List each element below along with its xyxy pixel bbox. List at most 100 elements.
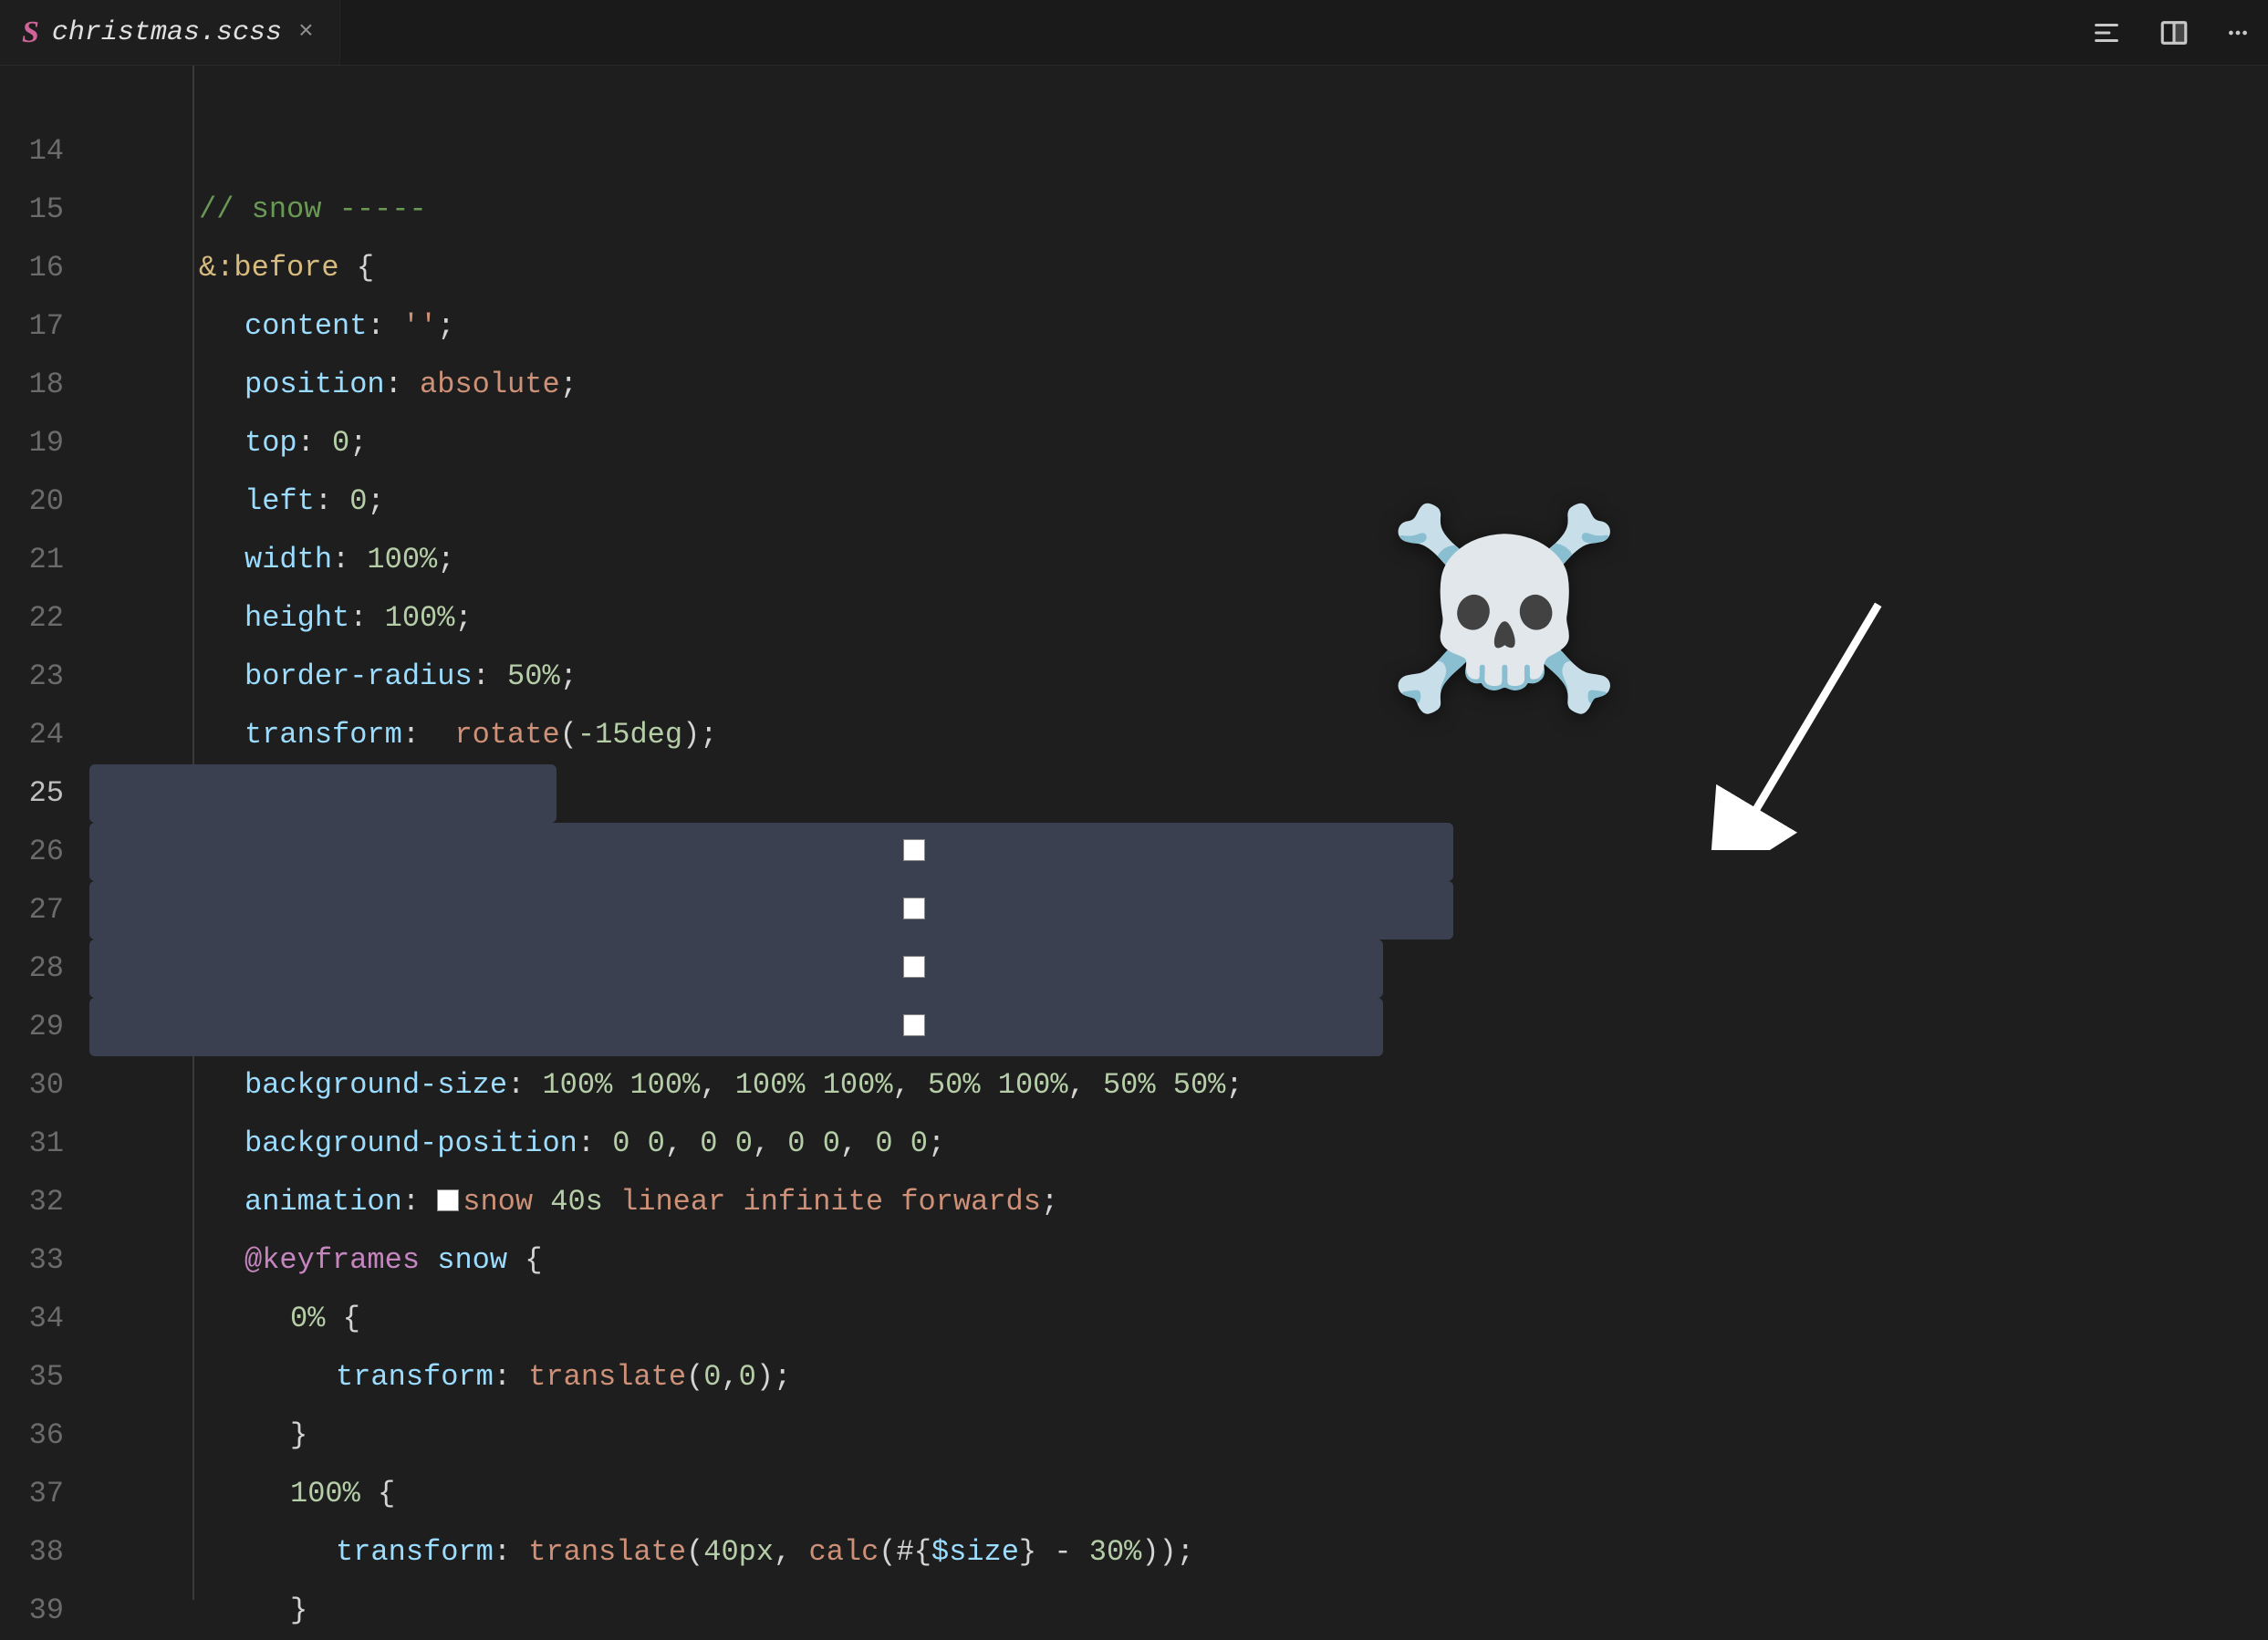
code-line[interactable]: animation: snow 40s linear infinite forw… bbox=[89, 1173, 2268, 1231]
line-number: 37 bbox=[0, 1465, 89, 1523]
code-token: snow bbox=[463, 1185, 533, 1219]
code-line[interactable]: } bbox=[89, 1582, 2268, 1640]
code-line[interactable]: background-size: 100% 100%, 100% 100%, 5… bbox=[89, 1056, 2268, 1115]
code-token: ( bbox=[686, 1535, 703, 1569]
code-token: 100% bbox=[385, 601, 455, 635]
code-token: )) bbox=[1141, 1535, 1176, 1569]
code-token: infinite bbox=[743, 1185, 883, 1219]
code-line[interactable]: radial-gradient(circle at 70% 85%, #fff … bbox=[89, 998, 2268, 1056]
code-token: ; bbox=[700, 718, 717, 752]
line-number: 38 bbox=[0, 1523, 89, 1582]
code-line[interactable]: height: 100%; bbox=[89, 589, 2268, 648]
code-line[interactable]: radial-gradient(circle at 30% 50%, #fff … bbox=[89, 939, 2268, 998]
code-token: ( bbox=[686, 1360, 703, 1394]
code-line[interactable]: radial-gradient(circle at 30% 30%, #fff … bbox=[89, 823, 2268, 881]
code-token: ; bbox=[774, 1360, 791, 1394]
code-line[interactable]: } bbox=[89, 1406, 2268, 1465]
code-token: ) bbox=[756, 1360, 774, 1394]
close-icon[interactable]: × bbox=[295, 18, 317, 47]
code-token bbox=[1156, 1068, 1173, 1102]
selection-highlight bbox=[89, 881, 1453, 939]
code-token: 0 bbox=[739, 1360, 756, 1394]
code-line[interactable]: @keyframes snow { bbox=[89, 1231, 2268, 1290]
code-token: linear bbox=[620, 1185, 725, 1219]
code-line[interactable]: radial-gradient(circle at 80% 70%, #fff … bbox=[89, 881, 2268, 939]
code-token: { bbox=[378, 1477, 395, 1510]
code-line[interactable] bbox=[89, 122, 2268, 181]
tabs-container: S christmas.scss × bbox=[0, 0, 340, 65]
tab-christmas-scss[interactable]: S christmas.scss × bbox=[0, 0, 340, 65]
color-swatch-icon[interactable] bbox=[903, 956, 925, 978]
code-token: , bbox=[700, 1068, 734, 1102]
split-editor-icon[interactable] bbox=[2159, 17, 2190, 48]
code-token: : bbox=[332, 543, 367, 576]
code-token: ; bbox=[560, 659, 577, 693]
code-token bbox=[717, 1126, 734, 1160]
toggle-whitespace-icon[interactable] bbox=[2091, 17, 2122, 48]
code-token: : bbox=[494, 1535, 528, 1569]
color-swatch-icon[interactable] bbox=[903, 839, 925, 861]
line-number: 30 bbox=[0, 1056, 89, 1115]
code-token: background-position bbox=[244, 1126, 577, 1160]
code-line[interactable]: background-position: 0 0, 0 0, 0 0, 0 0; bbox=[89, 1115, 2268, 1173]
line-number: 32 bbox=[0, 1173, 89, 1231]
code-token: , bbox=[753, 1126, 787, 1160]
code-line[interactable]: content: ''; bbox=[89, 297, 2268, 356]
code-token: &:before bbox=[199, 251, 339, 285]
code-token bbox=[612, 1068, 629, 1102]
code-token: 30% bbox=[1089, 1535, 1142, 1569]
code-token bbox=[360, 1477, 378, 1510]
code-line[interactable]: position: absolute; bbox=[89, 356, 2268, 414]
code-line[interactable]: width: 100%; bbox=[89, 531, 2268, 589]
code-line[interactable]: // snow ----- bbox=[89, 181, 2268, 239]
code-line[interactable]: border-radius: 50%; bbox=[89, 648, 2268, 706]
color-swatch-icon[interactable] bbox=[903, 1014, 925, 1036]
code-line[interactable]: left: 0; bbox=[89, 472, 2268, 531]
code-token bbox=[981, 1068, 998, 1102]
line-number: 20 bbox=[0, 472, 89, 531]
color-swatch-icon[interactable] bbox=[903, 898, 925, 919]
code-token: ; bbox=[928, 1126, 945, 1160]
code-line[interactable]: transform: translate(40px, calc(#{$size}… bbox=[89, 1523, 2268, 1582]
code-token: } bbox=[290, 1418, 307, 1452]
code-line[interactable]: background-image: bbox=[89, 764, 2268, 823]
selection-highlight bbox=[89, 764, 557, 823]
color-swatch-icon[interactable] bbox=[437, 1189, 459, 1211]
code-token: , bbox=[721, 1360, 738, 1394]
code-token: left bbox=[244, 484, 315, 518]
editor-area[interactable]: 1415161718192021222324252627282930313233… bbox=[0, 66, 2268, 1600]
code-token: forwards bbox=[900, 1185, 1041, 1219]
code-token: { bbox=[343, 1302, 360, 1335]
code-token: : bbox=[297, 426, 332, 460]
code-token bbox=[420, 1243, 437, 1277]
code-line[interactable]: transform: rotate(-15deg); bbox=[89, 706, 2268, 764]
code-token bbox=[507, 1243, 525, 1277]
code-line[interactable]: transform: translate(0,0); bbox=[89, 1348, 2268, 1406]
code-token: 0 bbox=[823, 1126, 840, 1160]
more-actions-icon[interactable] bbox=[2226, 17, 2250, 48]
line-number: 15 bbox=[0, 181, 89, 239]
line-number: 31 bbox=[0, 1115, 89, 1173]
code-line[interactable]: 0% { bbox=[89, 1290, 2268, 1348]
code-token: animation bbox=[244, 1185, 402, 1219]
code-line[interactable]: &:before { bbox=[89, 239, 2268, 297]
code-token: : bbox=[402, 1185, 437, 1219]
code-area[interactable]: // snow -----&:before {content: '';posit… bbox=[89, 66, 2268, 1600]
code-token: { bbox=[525, 1243, 542, 1277]
code-line[interactable]: top: 0; bbox=[89, 414, 2268, 472]
line-number: 28 bbox=[0, 939, 89, 998]
code-token: 0 bbox=[700, 1126, 717, 1160]
code-token: : bbox=[494, 1360, 528, 1394]
code-line[interactable]: 100% { bbox=[89, 1465, 2268, 1523]
code-token: ; bbox=[1225, 1068, 1243, 1102]
code-token: 0 bbox=[875, 1126, 892, 1160]
code-token: background-size bbox=[244, 1068, 507, 1102]
code-token: calc bbox=[808, 1535, 879, 1569]
tab-filename: christmas.scss bbox=[52, 17, 282, 48]
line-number: 24 bbox=[0, 706, 89, 764]
code-token: : bbox=[315, 484, 349, 518]
line-number: 39 bbox=[0, 1582, 89, 1640]
line-number: 26 bbox=[0, 823, 89, 881]
code-token: : bbox=[473, 659, 507, 693]
code-token: 100% bbox=[542, 1068, 612, 1102]
